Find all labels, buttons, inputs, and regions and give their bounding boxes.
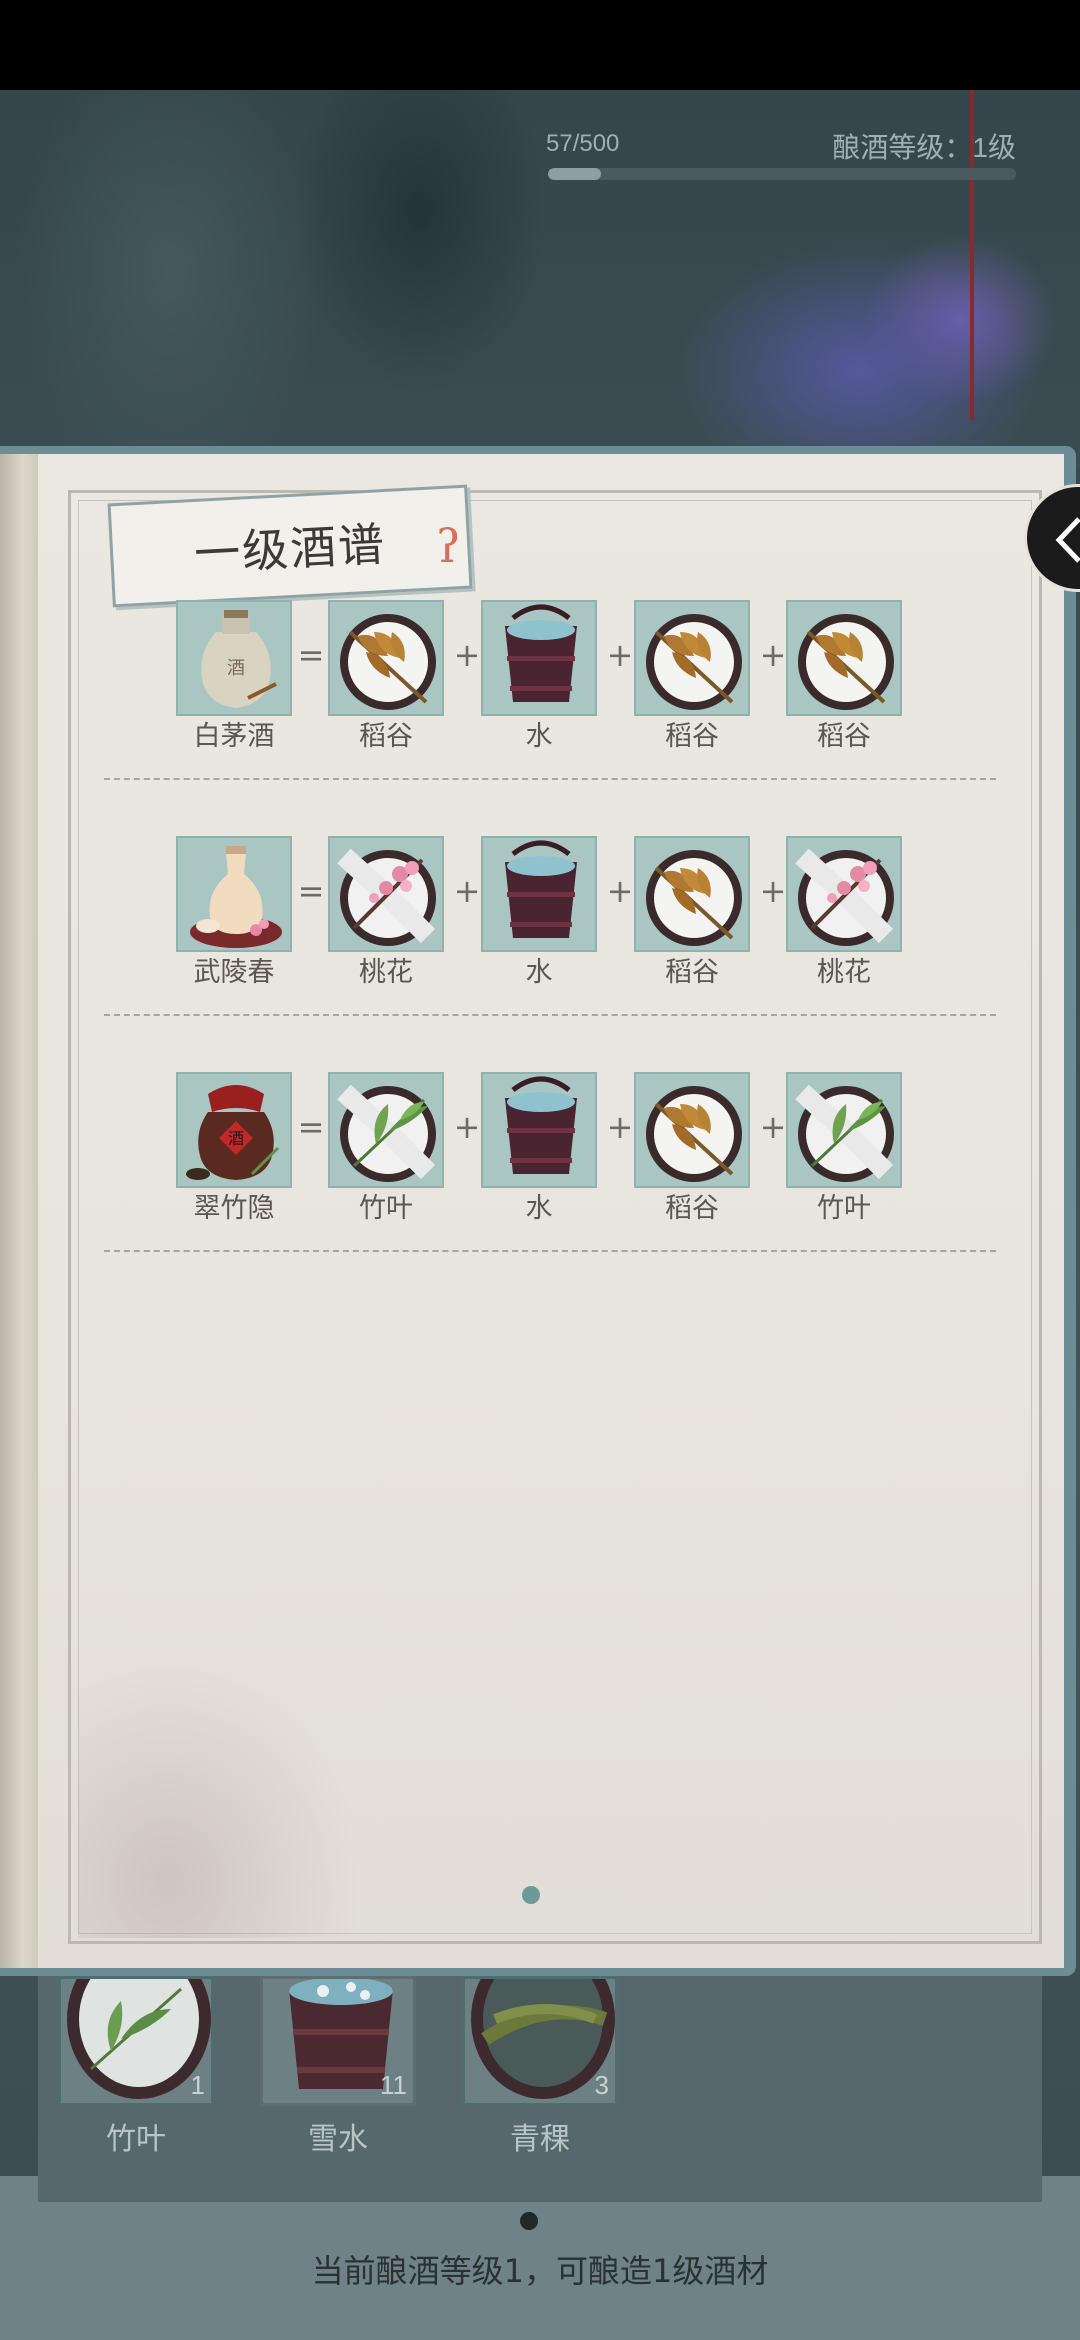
ingredient-name: 竹叶 (359, 1193, 413, 1224)
inventory-panel: 1 竹叶 11 雪水 3 青稞 (38, 1976, 1042, 2202)
recipe-tile[interactable] (328, 600, 444, 716)
ingredient-name: 水 (525, 721, 553, 752)
recipe-tile[interactable]: 酒 (176, 600, 292, 716)
recipe-divider (104, 1014, 996, 1016)
rice-icon (798, 614, 894, 710)
plus-sign: + (453, 1108, 481, 1146)
rice-icon (646, 1086, 742, 1182)
recipe-title: 一级酒谱 (192, 517, 388, 581)
inventory-page-dot[interactable] (520, 2212, 538, 2230)
recipe-result-name: 翠竹隐 (193, 1193, 275, 1224)
svg-text:酒: 酒 (228, 1129, 244, 1148)
brewing-exp-text: 57/500 (546, 130, 620, 157)
recipe-tile[interactable]: 酒 (176, 1072, 292, 1188)
plus-sign: + (759, 872, 787, 910)
recipe-tile[interactable] (634, 836, 750, 952)
bamboo-leaf-icon (337, 1084, 436, 1182)
ingredient-name: 桃花 (359, 957, 413, 988)
book-spine (0, 454, 38, 1968)
recipe-divider (104, 1250, 996, 1252)
ingredient-name: 稻谷 (665, 1193, 719, 1224)
ingredient-name: 水 (525, 957, 553, 988)
recipe-divider (104, 778, 996, 780)
inventory-count: 3 (594, 2070, 609, 2100)
recipe-tile[interactable] (328, 836, 444, 952)
ingredient-name: 竹叶 (817, 1193, 871, 1224)
equals-sign: = (297, 1108, 325, 1146)
equals-sign: = (297, 872, 325, 910)
recipe-tile[interactable] (481, 600, 597, 716)
red-jar-icon: 酒 (186, 1085, 280, 1180)
ingredient-name: 稻谷 (359, 721, 413, 752)
recipe-row: 酒 翠竹隐 = 竹叶 + 水 + 稻谷 + 竹叶 (38, 1072, 1064, 1272)
water-bucket-icon (505, 840, 577, 938)
recipe-tile[interactable] (328, 1072, 444, 1188)
chevron-left-icon (1055, 517, 1080, 563)
recipe-tile[interactable] (786, 600, 902, 716)
ribbon-decoration-icon: ʔ (436, 519, 461, 573)
brewing-hint-text: 当前酿酒等级1，可酿造1级酒材 (311, 2252, 769, 2290)
plus-sign: + (759, 636, 787, 674)
inventory-count: 11 (380, 2070, 407, 2100)
recipe-title-plaque: 一级酒谱 (107, 484, 473, 608)
recipe-result-name: 武陵春 (193, 957, 275, 988)
plus-sign: + (606, 636, 634, 674)
inventory-item-bamboo-leaf[interactable]: 1 (58, 1976, 214, 2106)
recipe-tile[interactable] (634, 600, 750, 716)
brewing-exp-fill (548, 168, 602, 180)
recipe-tile[interactable] (634, 1072, 750, 1188)
inventory-item-snow-water[interactable]: 11 (260, 1976, 416, 2106)
white-jar-icon: 酒 (201, 610, 277, 708)
rice-icon (340, 614, 436, 710)
book-page: 一级酒谱 ʔ 酒 白茅酒 = 稻谷 + 水 + 稻谷 + 稻谷 武陵春 = 桃花… (38, 454, 1064, 1968)
recipe-result-name: 白茅酒 (193, 721, 275, 752)
sake-bottle-icon (190, 846, 282, 948)
ingredient-name: 稻谷 (665, 721, 719, 752)
rice-icon (646, 614, 742, 710)
bamboo-leaf-icon (795, 1084, 894, 1182)
ingredient-name: 稻谷 (665, 957, 719, 988)
recipe-book: 一级酒谱 ʔ 酒 白茅酒 = 稻谷 + 水 + 稻谷 + 稻谷 武陵春 = 桃花… (0, 446, 1076, 1976)
svg-text:酒: 酒 (227, 658, 245, 679)
water-bucket-icon (505, 1076, 577, 1174)
plus-sign: + (453, 872, 481, 910)
ingredient-name: 桃花 (817, 957, 871, 988)
recipe-tile[interactable] (176, 836, 292, 952)
recipe-tile[interactable] (786, 836, 902, 952)
ingredient-name: 稻谷 (817, 721, 871, 752)
page-indicator-dot[interactable] (522, 1886, 540, 1904)
recipe-tile[interactable] (481, 1072, 597, 1188)
plus-sign: + (759, 1108, 787, 1146)
water-bucket-icon (505, 604, 577, 702)
peach-blossom-icon (795, 848, 894, 946)
recipe-tile[interactable] (786, 1072, 902, 1188)
inventory-item-barley[interactable]: 3 (462, 1976, 618, 2106)
inventory-item-name: 竹叶 (106, 2122, 166, 2157)
inventory-item-name: 雪水 (308, 2122, 368, 2157)
peach-blossom-icon (337, 848, 436, 946)
plus-sign: + (606, 872, 634, 910)
ink-painting-decoration (78, 1638, 378, 1938)
ingredient-name: 水 (525, 1193, 553, 1224)
brewing-level-text: 酿酒等级：1级 (832, 132, 1016, 163)
status-bar (0, 0, 1080, 90)
recipe-row: 武陵春 = 桃花 + 水 + 稻谷 + 桃花 (38, 836, 1064, 1036)
brewing-exp-bar (548, 168, 1016, 180)
recipe-row: 酒 白茅酒 = 稻谷 + 水 + 稻谷 + 稻谷 (38, 600, 1064, 800)
inventory-count: 1 (190, 2070, 205, 2100)
equals-sign: = (297, 636, 325, 674)
recipe-tile[interactable] (481, 836, 597, 952)
plus-sign: + (453, 636, 481, 674)
plus-sign: + (606, 1108, 634, 1146)
rice-icon (646, 850, 742, 946)
inventory-item-name: 青稞 (510, 2122, 570, 2157)
